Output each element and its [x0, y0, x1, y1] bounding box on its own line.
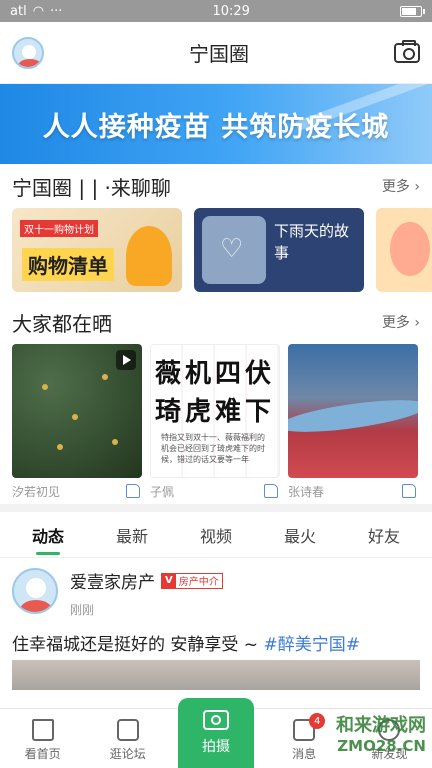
section-header-chat: 宁国圈 | | ·来聊聊 更多 › — [0, 164, 432, 208]
status-left: atl ◠ ··· — [10, 4, 62, 19]
topic-card-shopping[interactable]: 双十一购物计划 购物清单 — [12, 208, 182, 292]
nav-shoot-label: 拍摄 — [201, 739, 230, 755]
flower-dot — [57, 444, 63, 450]
share-author[interactable]: 汐若初见 — [12, 483, 60, 500]
camera-icon — [202, 710, 229, 730]
share-meta: 张诗春 — [288, 483, 418, 500]
nav-forum[interactable]: 逛论坛 — [93, 719, 163, 762]
nav-home[interactable]: 看首页 — [8, 719, 78, 762]
share-card-poster[interactable]: 薇机四伏 琦虎难下 特指又到双十一、薇薇福利的机会已经回到了琦虎难下的时候，错过… — [150, 344, 280, 478]
video-play-icon — [116, 350, 136, 370]
poster-line1: 薇机四伏 — [155, 359, 276, 389]
heart-icon: ♡ — [220, 234, 244, 264]
nav-forum-label: 逛论坛 — [109, 747, 146, 761]
status-bar: atl ◠ ··· 10:29 — [0, 0, 432, 22]
like-icon[interactable] — [264, 484, 278, 498]
tab-video[interactable]: 视频 — [194, 515, 238, 555]
more-link-chat[interactable]: 更多 › — [382, 176, 420, 196]
card-title: 购物清单 — [22, 248, 114, 281]
forum-icon — [116, 719, 139, 741]
status-time: 10:29 — [212, 3, 250, 19]
post-author-info: 爱壹家房产 V 房产中介 刚刚 — [70, 568, 223, 618]
post-hashtag[interactable]: #醉美宁国# — [263, 635, 360, 655]
section-title-chat: 宁国圈 | | ·来聊聊 — [12, 175, 171, 200]
nav-shoot[interactable]: 拍摄 — [177, 698, 254, 768]
verified-badge: V 房产中介 — [161, 572, 223, 589]
card-poem: 下雨天的故事 — [274, 222, 350, 262]
post-header: 爱壹家房产 V 房产中介 刚刚 — [0, 558, 432, 622]
watermark-line2: ZMO28.CN — [337, 737, 426, 755]
like-icon[interactable] — [126, 484, 140, 498]
feed-tabs: 动态 最新 视频 最火 好友 — [0, 512, 432, 558]
section-gap — [0, 504, 432, 512]
poster-caption: 特指又到双十一、薇薇福利的机会已经回到了琦虎难下的时候，错过的话又要等一年 — [161, 433, 265, 464]
topic-carousel[interactable]: 双十一购物计划 购物清单 ♡ 下雨天的故事 — [0, 208, 432, 294]
share-card-flowers[interactable] — [12, 344, 142, 478]
signal-text: atl — [10, 3, 27, 19]
battery-icon — [400, 5, 425, 17]
topic-card-cartoon[interactable] — [376, 208, 432, 292]
flower-dot — [102, 374, 108, 380]
more-label: 更多 — [381, 179, 410, 195]
post-author-row: 爱壹家房产 V 房产中介 — [70, 568, 223, 593]
wifi-icon: ◠ — [32, 3, 45, 19]
cartoon-girl-image — [126, 226, 172, 286]
page-title: 宁国圈 — [189, 42, 249, 66]
tab-hot[interactable]: 最火 — [278, 515, 322, 555]
flower-dot — [112, 439, 118, 445]
site-watermark: 和来游戏网 ZMO28.CN — [336, 716, 426, 756]
share-author[interactable]: 子佩 — [150, 483, 174, 500]
home-icon — [31, 719, 54, 741]
more-label: 更多 — [381, 315, 410, 331]
promo-banner[interactable]: 人人接种疫苗 共筑防疫长城 — [0, 84, 432, 164]
share-meta: 汐若初见 — [12, 483, 142, 500]
user-avatar-icon[interactable] — [12, 36, 44, 69]
share-meta-row: 汐若初见 子佩 张诗春 — [0, 478, 432, 504]
card-tag: 双十一购物计划 — [20, 220, 98, 237]
verified-label: 房产中介 — [178, 577, 219, 588]
section-header-share: 大家都在晒 更多 › — [0, 300, 432, 344]
section-title-share: 大家都在晒 — [12, 311, 112, 336]
app-header: 宁国圈 — [0, 22, 432, 84]
tab-friends[interactable]: 好友 — [362, 515, 406, 555]
nav-messages-label: 消息 — [292, 747, 317, 761]
camera-icon[interactable] — [394, 39, 420, 63]
tab-dynamic[interactable]: 动态 — [26, 515, 70, 555]
share-author[interactable]: 张诗春 — [288, 483, 324, 500]
nav-home-label: 看首页 — [24, 747, 61, 761]
post-content[interactable]: 住幸福城还是挺好的 安静享受 ~ #醉美宁国# — [0, 622, 432, 655]
share-carousel[interactable]: 薇机四伏 琦虎难下 特指又到双十一、薇薇福利的机会已经回到了琦虎难下的时候，错过… — [0, 344, 432, 478]
poster-line2: 琦虎难下 — [155, 397, 276, 427]
verified-v-icon: V — [162, 573, 176, 588]
dots: ··· — [50, 3, 63, 19]
flower-dot — [72, 414, 78, 420]
post-image[interactable] — [12, 660, 420, 690]
nav-messages[interactable]: 4 消息 — [269, 713, 339, 762]
message-badge: 4 — [309, 713, 326, 729]
more-link-share[interactable]: 更多 › — [382, 312, 420, 332]
watermark-line1: 和来游戏网 — [336, 715, 426, 736]
flower-dot — [42, 384, 48, 390]
post-text: 住幸福城还是挺好的 安静享受 ~ — [12, 635, 264, 655]
post-author[interactable]: 爱壹家房产 — [70, 568, 155, 593]
river-image — [288, 393, 418, 439]
post-time: 刚刚 — [70, 603, 95, 617]
share-card-landscape[interactable] — [288, 344, 418, 478]
tab-latest[interactable]: 最新 — [110, 515, 154, 555]
like-icon[interactable] — [402, 484, 416, 498]
post-avatar-icon[interactable] — [12, 568, 58, 614]
topic-card-rain[interactable]: ♡ 下雨天的故事 — [194, 208, 364, 292]
share-meta: 子佩 — [150, 483, 280, 500]
